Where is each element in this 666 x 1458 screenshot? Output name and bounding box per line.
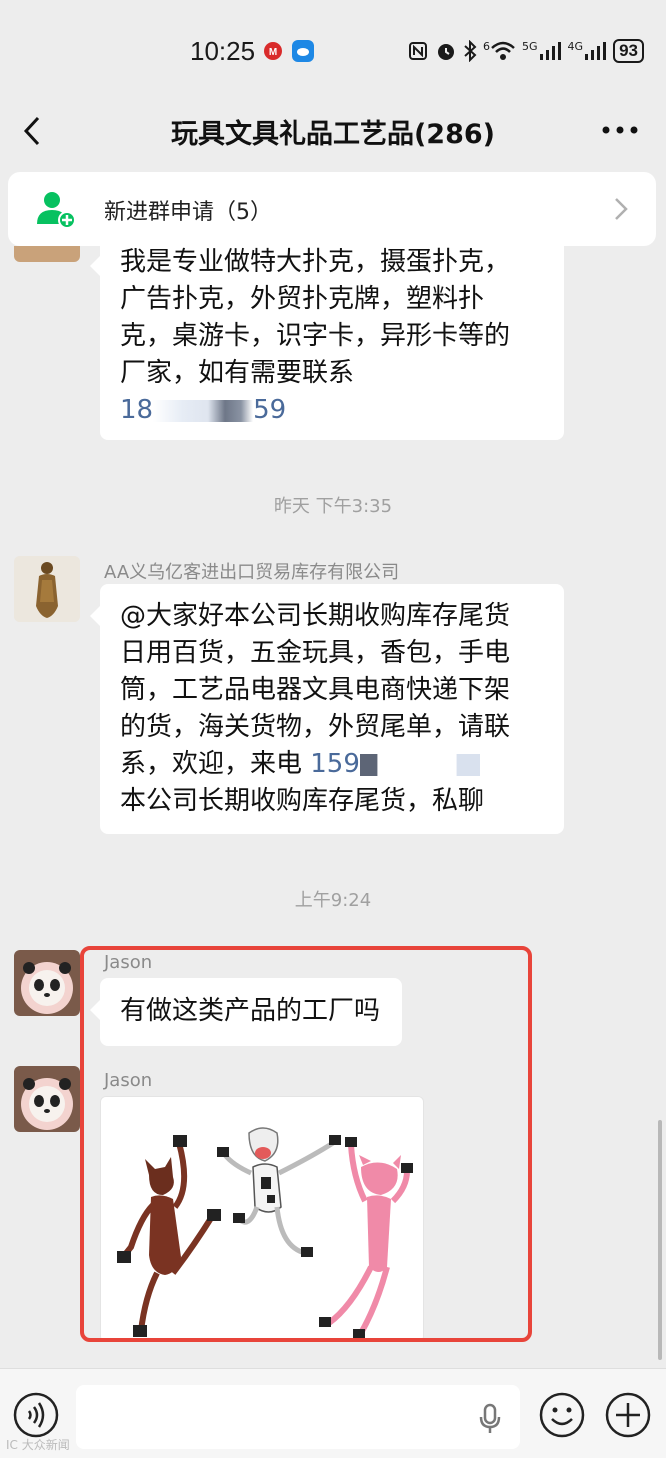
status-time: 10:25 (190, 36, 256, 66)
signal-4g-icon (585, 42, 607, 60)
battery-indicator: 93 (613, 39, 644, 63)
message-text: 系，欢迎，来电 (120, 749, 311, 779)
phone-suffix: 59 (253, 395, 287, 425)
watermark: IC 大众新闻 (6, 1438, 70, 1452)
timestamp: 上午9:24 (294, 890, 372, 911)
voice-icon[interactable] (12, 1391, 60, 1439)
nfc-icon (409, 42, 428, 60)
message-line: 筒，工艺品电器文具电商快递下架 (120, 675, 511, 705)
add-user-icon (37, 192, 76, 229)
sender-name: AA义乌亿客进出口贸易库存有限公司 (104, 562, 400, 583)
app-icon-blue (292, 40, 314, 62)
message-line: @大家好本公司长期收购库存尾货 (120, 601, 511, 631)
avatar[interactable] (14, 556, 80, 622)
avatar[interactable] (14, 1066, 80, 1132)
chat-header: 玩具文具礼品工艺品(286) (0, 100, 666, 162)
bluetooth-icon (464, 40, 477, 62)
alarm-icon (438, 44, 455, 60)
message-line: 的货，海关货物，外贸尾单，请联 (120, 712, 511, 742)
join-request-label: 新进群申请（5） (104, 200, 272, 225)
chevron-right-icon (615, 198, 628, 220)
message-line: 厂家，如有需要联系 (120, 358, 355, 388)
message-line: 日用百货，五金玩具，香包，手电 (120, 638, 511, 668)
statue-avatar-icon (14, 556, 80, 622)
scrollbar[interactable] (658, 1120, 662, 1360)
timestamp: 昨天 下午3:35 (273, 496, 393, 517)
chat-title: 玩具文具礼品工艺品(286) (170, 119, 496, 150)
svg-text:M: M (269, 47, 277, 58)
panda-avatar-icon (14, 1066, 80, 1132)
more-dots-icon[interactable] (600, 118, 640, 142)
message-bubble-inventory[interactable]: @大家好本公司长期收购库存尾货 日用百货，五金玩具，香包，手电 筒，工艺品电器文… (90, 584, 564, 834)
panda-avatar-icon (14, 950, 80, 1016)
phone-redacted (359, 753, 480, 776)
status-indicators: 6 5G 4G 93 (407, 36, 644, 66)
signal-5g-label: 5G (522, 39, 538, 53)
message-line: 我是专业做特大扑克，摄蛋扑克， (120, 247, 511, 277)
phone-link[interactable]: 159 (310, 749, 360, 779)
signal-4g-label: 4G (567, 39, 584, 53)
avatar[interactable] (14, 246, 80, 262)
emoji-icon[interactable] (538, 1391, 586, 1439)
message-input[interactable] (76, 1385, 520, 1449)
message-bubble-poker[interactable]: 我是专业做特大扑克，摄蛋扑克， 广告扑克，外贸扑克牌，塑料扑 克，桌游卡，识字卡… (90, 246, 564, 440)
chat-input-bar (0, 1368, 666, 1458)
message-line: 广告扑克，外贸扑克牌，塑料扑 (120, 284, 485, 314)
plus-icon[interactable] (604, 1391, 652, 1439)
message-line: 克，桌游卡，识字卡，异形卡等的 (120, 321, 511, 351)
wifi-icon (491, 41, 515, 60)
message-line: 本公司长期收购库存尾货，私聊 (120, 786, 485, 816)
app-icon-red: M (262, 40, 284, 62)
phone-redacted (153, 399, 254, 422)
signal-5g-icon (539, 42, 561, 60)
join-request-banner[interactable]: 新进群申请（5） (8, 172, 656, 246)
avatar[interactable] (14, 950, 80, 1016)
wifi-label: 6 (483, 39, 491, 53)
status-bar: 10:25 M 6 5G 4G 93 (0, 0, 666, 100)
message-list[interactable]: 我是专业做特大扑克，摄蛋扑克， 广告扑克，外贸扑克牌，塑料扑 克，桌游卡，识字卡… (0, 246, 666, 1366)
highlight-annotation (80, 946, 532, 1342)
phone-link[interactable]: 18 59 (120, 392, 544, 429)
mic-icon[interactable] (478, 1403, 502, 1435)
phone-prefix: 18 (120, 395, 154, 425)
message-line: 系，欢迎，来电 159 (120, 746, 544, 783)
